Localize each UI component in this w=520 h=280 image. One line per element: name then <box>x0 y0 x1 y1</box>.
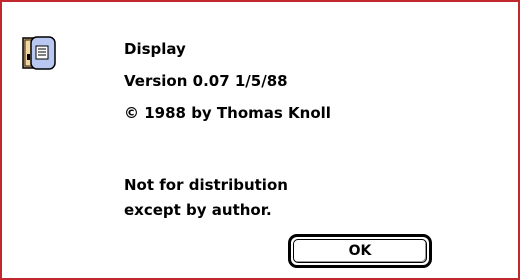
app-name: Display <box>124 40 186 58</box>
distribution-note: Not for distribution except by author. <box>124 174 288 224</box>
about-info: Display Version 0.07 1/5/88 © 1988 by Th… <box>124 38 331 134</box>
about-dialog: Display Version 0.07 1/5/88 © 1988 by Th… <box>0 0 520 280</box>
display-app-icon <box>22 36 56 70</box>
note-line-1: Not for distribution <box>124 176 288 194</box>
ok-label: OK <box>348 243 372 259</box>
note-line-2: except by author. <box>124 201 272 219</box>
version-text: Version 0.07 1/5/88 <box>124 72 288 90</box>
copyright-text: © 1988 by Thomas Knoll <box>124 104 331 122</box>
ok-button-face[interactable]: OK <box>293 239 427 263</box>
ok-button[interactable]: OK <box>288 234 432 268</box>
